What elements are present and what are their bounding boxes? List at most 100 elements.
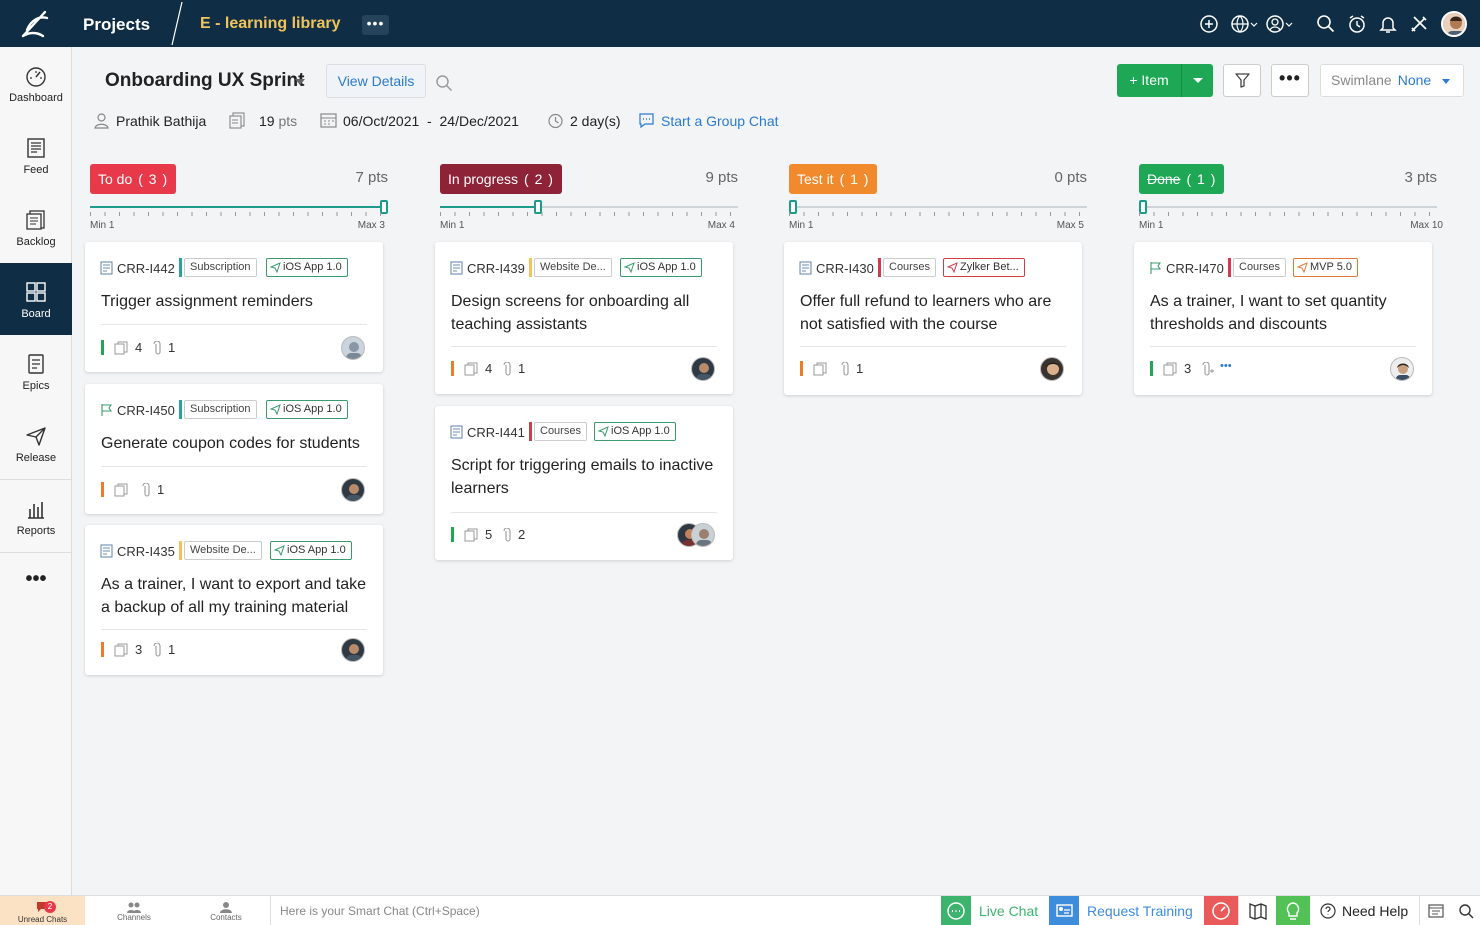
item-card[interactable]: CRR-I430 Courses Zylker Bet... Offer ful… — [784, 242, 1082, 395]
assignee-avatar[interactable] — [691, 357, 715, 381]
assignee-avatar[interactable] — [341, 478, 365, 502]
map-icon[interactable] — [1238, 896, 1276, 925]
sidebar-item-epics[interactable]: Epics — [0, 335, 72, 407]
unread-badge: 2 — [44, 901, 56, 913]
module-tag[interactable]: Subscription — [184, 258, 257, 277]
item-id[interactable]: CRR-I441 — [467, 425, 525, 440]
item-id[interactable]: CRR-I450 — [117, 403, 175, 418]
priority-indicator — [800, 361, 803, 376]
swimlane-value[interactable]: None — [1398, 72, 1431, 88]
item-card[interactable]: CRR-I470 Courses MVP 5.0 As a trainer, I… — [1134, 242, 1432, 395]
item-id[interactable]: CRR-I470 — [1166, 261, 1224, 276]
add-icon[interactable] — [1199, 14, 1219, 34]
column-header[interactable]: Done ( 1 ) — [1139, 164, 1225, 194]
channels-button[interactable]: Channels — [88, 896, 180, 925]
tools-icon[interactable] — [1409, 14, 1429, 34]
timer-icon[interactable] — [1347, 14, 1367, 34]
projects-link[interactable]: Projects — [83, 15, 150, 35]
item-card[interactable]: CRR-I435 Website De... iOS App 1.0 As a … — [85, 525, 383, 675]
item-title[interactable]: Trigger assignment reminders — [101, 290, 373, 313]
view-details-button[interactable]: View Details — [326, 64, 426, 98]
module-tag[interactable]: Subscription — [184, 400, 257, 419]
bell-icon[interactable] — [1378, 14, 1398, 34]
module-tag[interactable]: Courses — [534, 422, 587, 441]
globe-icon[interactable] — [1230, 14, 1258, 34]
item-card[interactable]: CRR-I450 Subscription iOS App 1.0 Genera… — [85, 384, 383, 514]
module-tag[interactable]: Website De... — [534, 258, 612, 277]
add-item-label[interactable]: + Item — [1117, 64, 1181, 97]
bulb-icon[interactable] — [1276, 896, 1310, 925]
wip-limit-slider[interactable] — [440, 200, 738, 214]
assignee-avatar[interactable] — [1390, 357, 1414, 381]
wip-limit-slider[interactable] — [789, 200, 1087, 214]
sprint-dropdown-icon[interactable] — [295, 79, 305, 85]
wip-limit-slider[interactable] — [90, 200, 388, 214]
chevron-down-icon[interactable] — [1442, 79, 1450, 84]
release-icon — [270, 404, 281, 415]
sidebar-item-feed[interactable]: Feed — [0, 119, 72, 191]
release-label: iOS App 1.0 — [283, 261, 342, 273]
swimlane-select[interactable]: Swimlane None — [1320, 64, 1464, 97]
item-card[interactable]: CRR-I442 Subscription iOS App 1.0 Trigge… — [85, 242, 383, 372]
assignee-avatar[interactable] — [341, 638, 365, 662]
card-footer: 1 — [101, 478, 367, 502]
item-title[interactable]: Offer full refund to learners who are no… — [800, 290, 1072, 336]
user-avatar[interactable] — [1441, 11, 1467, 37]
story-icon — [450, 261, 463, 275]
sprint-title[interactable]: Onboarding UX Sprint — [105, 70, 305, 92]
card-more-button[interactable]: ••• — [1220, 360, 1232, 372]
sidebar-more-button[interactable]: ••• — [0, 559, 72, 631]
speedometer-icon[interactable] — [1204, 896, 1238, 925]
column-header[interactable]: To do ( 3 ) — [90, 164, 177, 194]
smart-chat-input[interactable]: Here is your Smart Chat (Ctrl+Space) — [270, 896, 940, 925]
request-training-button[interactable]: Request Training — [1079, 896, 1203, 925]
item-title[interactable]: As a trainer, I want to set quantity thr… — [1150, 290, 1422, 336]
more-options-button[interactable]: ••• — [1271, 64, 1309, 97]
unread-chats-button[interactable]: 2 Unread Chats — [0, 896, 85, 925]
module-tag[interactable]: Courses — [883, 258, 936, 277]
chevron-down-icon[interactable] — [1193, 78, 1203, 83]
sidebar-item-release[interactable]: Release — [0, 407, 72, 479]
assignee-avatar[interactable] — [1040, 357, 1064, 381]
user-circle-icon[interactable] — [1265, 14, 1293, 34]
request-training-icon[interactable] — [1049, 896, 1079, 925]
column-header[interactable]: Test it ( 1 ) — [789, 164, 878, 194]
item-title[interactable]: Script for triggering emails to inactive… — [451, 454, 723, 500]
item-id[interactable]: CRR-I430 — [816, 261, 874, 276]
project-more-button[interactable]: ••• — [362, 15, 389, 35]
search-icon[interactable] — [1451, 896, 1480, 925]
live-chat-button[interactable]: Live Chat — [971, 896, 1049, 925]
item-id[interactable]: CRR-I435 — [117, 544, 175, 559]
search-icon[interactable] — [1316, 14, 1336, 34]
assignee-avatar[interactable] — [341, 336, 365, 360]
sidebar-item-dashboard[interactable]: Dashboard — [0, 47, 72, 119]
need-help-button[interactable]: Need Help — [1310, 896, 1420, 925]
sidebar-item-reports[interactable]: Reports — [0, 480, 72, 552]
item-card[interactable]: CRR-I441 Courses iOS App 1.0 Script for … — [435, 406, 733, 560]
item-title[interactable]: As a trainer, I want to export and take … — [101, 573, 373, 619]
wip-limit-slider[interactable] — [1139, 200, 1437, 214]
filter-button[interactable] — [1223, 64, 1261, 97]
item-id[interactable]: CRR-I439 — [467, 261, 525, 276]
app-logo-icon[interactable] — [17, 6, 53, 42]
project-name[interactable]: E - learning library — [200, 15, 340, 33]
live-chat-icon[interactable] — [941, 896, 971, 925]
contacts-button[interactable]: Contacts — [180, 896, 272, 925]
assignee-avatar[interactable] — [691, 523, 715, 547]
item-card[interactable]: CRR-I439 Website De... iOS App 1.0 Desig… — [435, 242, 733, 394]
column-header[interactable]: In progress ( 2 ) — [440, 164, 562, 194]
notes-icon[interactable] — [1421, 896, 1451, 925]
item-title[interactable]: Design screens for onboarding all teachi… — [451, 290, 723, 336]
item-id[interactable]: CRR-I442 — [117, 261, 175, 276]
search-icon[interactable] — [435, 74, 453, 92]
module-tag[interactable]: Website De... — [184, 541, 262, 560]
add-item-button[interactable]: + Item — [1117, 64, 1213, 97]
sidebar-item-board[interactable]: Board — [0, 263, 72, 335]
item-title[interactable]: Generate coupon codes for students — [101, 432, 373, 455]
story-icon — [450, 425, 463, 439]
sidebar-item-backlog[interactable]: Backlog — [0, 191, 72, 263]
group-chat-label[interactable]: Start a Group Chat — [661, 111, 779, 131]
add-attachment-icon[interactable] — [1200, 362, 1214, 376]
module-tag[interactable]: Courses — [1233, 258, 1286, 277]
column-count: ( 3 ) — [138, 171, 169, 187]
